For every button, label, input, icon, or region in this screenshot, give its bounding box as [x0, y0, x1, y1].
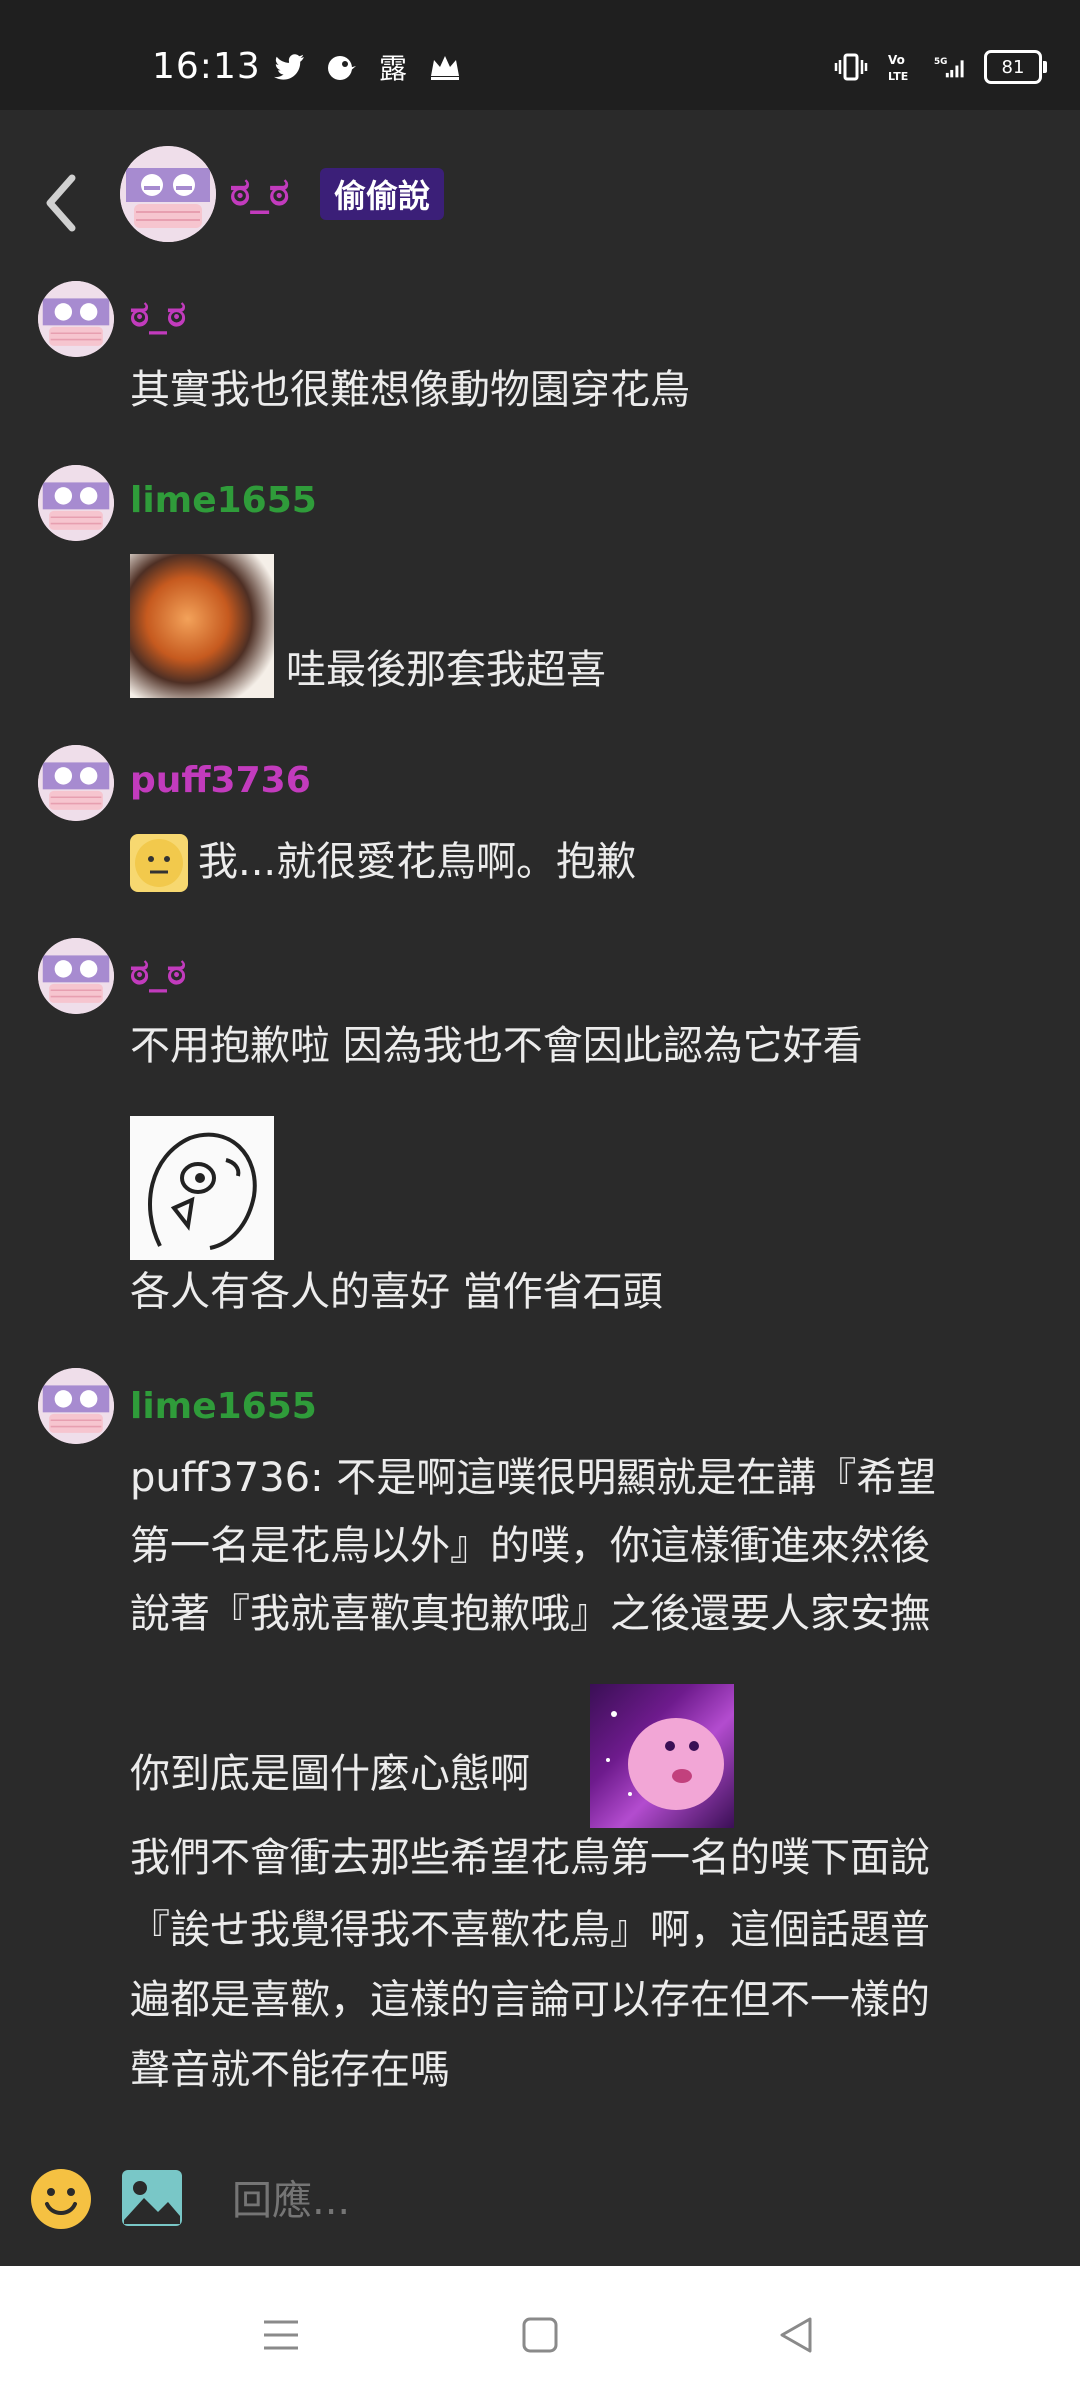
system-nav-bar	[0, 2266, 1080, 2400]
user-avatar[interactable]	[38, 938, 114, 1014]
vibrate-icon	[834, 50, 868, 84]
response-text: 不用抱歉啦 因為我也不會因此認為它好看	[130, 1023, 863, 1069]
pink-blob-emoticon-image[interactable]	[590, 1684, 734, 1828]
svg-text:Vo: Vo	[888, 53, 905, 67]
masked-face-icon	[38, 938, 114, 1014]
user-name[interactable]: puff3736	[130, 760, 311, 801]
5g-signal-icon: 5G	[934, 50, 968, 84]
volte-icon: Vo LTE	[884, 50, 918, 84]
crown-icon	[428, 50, 462, 84]
user-name[interactable]: ಠ_ಠ	[130, 952, 186, 994]
status-time: 16:13	[152, 46, 261, 87]
masked-face-icon	[38, 465, 114, 541]
response-text: 各人有各人的喜好 當作省石頭	[130, 1269, 663, 1315]
masked-face-icon	[120, 146, 216, 242]
battery-indicator: 81	[984, 50, 1047, 84]
status-right-icons: Vo LTE 5G 81	[834, 50, 1047, 84]
status-left-icons: 露	[272, 50, 462, 85]
user-avatar[interactable]	[38, 1368, 114, 1444]
bird-app-icon	[324, 50, 358, 84]
user-avatar[interactable]	[38, 465, 114, 541]
status-bar: 16:13 露 Vo LTE 5G 81	[0, 0, 1080, 110]
image-upload-icon[interactable]	[120, 2168, 184, 2228]
user-name[interactable]: lime1655	[130, 1386, 317, 1427]
menu-icon[interactable]	[256, 2310, 306, 2360]
masked-face-icon	[38, 281, 114, 357]
svg-text:LTE: LTE	[888, 70, 908, 83]
masked-face-icon	[38, 1368, 114, 1444]
response-text-line: 你到底是圖什麼心態啊	[130, 1751, 530, 1797]
response-text-line: 聲音就不能存在嗎	[130, 2047, 450, 2093]
smile-icon[interactable]	[30, 2168, 92, 2230]
response-text: 哇最後那套我超喜	[286, 647, 606, 693]
user-avatar[interactable]	[38, 281, 114, 357]
thinking-emoticon-image[interactable]	[130, 834, 188, 892]
masked-face-icon	[38, 745, 114, 821]
response-text-line: 遍都是喜歡，這樣的言論可以存在但不一樣的	[130, 1977, 930, 2023]
user-name[interactable]: lime1655	[130, 480, 317, 521]
user-name[interactable]: ಠ_ಠ	[130, 294, 186, 336]
anonymous-badge: 偷偷說	[320, 168, 445, 220]
thread-header: ಠ_ಠ 偷偷說	[0, 110, 1080, 280]
author-avatar[interactable]	[120, 146, 216, 242]
back-triangle-icon[interactable]	[772, 2310, 822, 2360]
response-text-line: 第一名是花鳥以外』的噗，你這樣衝進來然後	[130, 1523, 930, 1569]
response-text-line: 『誒せ我覺得我不喜歡花鳥』啊，這個話題普	[130, 1907, 930, 1953]
response-text: 我...就很愛花鳥啊。抱歉	[198, 839, 637, 885]
user-avatar[interactable]	[38, 745, 114, 821]
response-text-line: puff3736: 不是啊這噗很明顯就是在講『希望	[130, 1455, 937, 1501]
tiger-emoticon-image[interactable]	[130, 554, 274, 698]
svg-text:5G: 5G	[934, 57, 947, 67]
response-text-line: 我們不會衝去那些希望花鳥第一名的噗下面說	[130, 1835, 930, 1881]
status-glyph-lu: 露	[378, 52, 407, 85]
reply-composer	[0, 2150, 1080, 2266]
sketch-face-emoticon-image[interactable]	[130, 1116, 274, 1260]
home-icon[interactable]	[515, 2310, 565, 2360]
response-text-line: 說著『我就喜歡真抱歉哦』之後還要人家安撫	[130, 1591, 930, 1637]
author-name[interactable]: ಠ_ಠ	[230, 170, 289, 215]
back-icon[interactable]	[36, 168, 86, 238]
twitter-icon	[272, 50, 306, 84]
response-text: 其實我也很難想像動物園穿花鳥	[130, 367, 690, 413]
reply-input[interactable]	[230, 2170, 1014, 2232]
